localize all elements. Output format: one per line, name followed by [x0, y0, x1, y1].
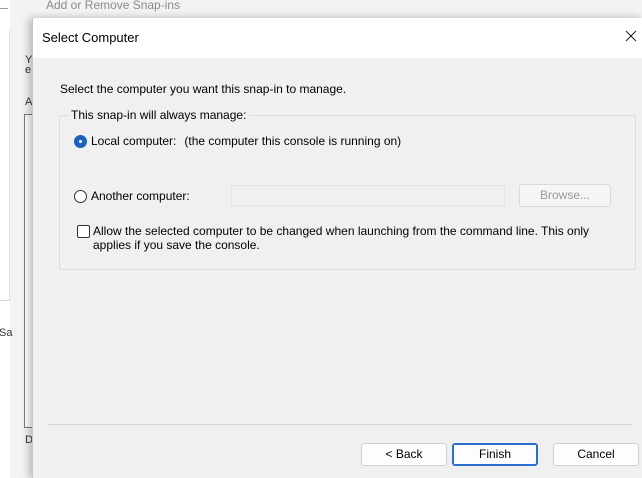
background-divider-horizontal [0, 300, 10, 301]
local-computer-option[interactable]: Local computer: (the computer this conso… [74, 134, 401, 148]
dialog-titlebar[interactable]: Select Computer [33, 18, 642, 58]
group-label: This snap-in will always manage: [68, 108, 250, 122]
background-dash [0, 8, 8, 9]
allow-change-checkbox[interactable] [77, 225, 90, 238]
dialog-title: Select Computer [42, 30, 139, 45]
browse-button[interactable]: Browse... [519, 184, 611, 207]
intro-text: Select the computer you want this snap-i… [60, 82, 347, 96]
another-computer-input[interactable] [231, 185, 505, 206]
background-text-fragment: Sa [0, 327, 13, 339]
finish-button[interactable]: Finish [452, 443, 538, 466]
local-computer-detail[interactable]: (the computer this console is running on… [184, 134, 401, 148]
background-window-title: Add or Remove Snap-ins [46, 0, 181, 12]
select-computer-dialog: Select Computer Select the computer you … [32, 18, 642, 478]
local-computer-label[interactable]: Local computer: [91, 134, 176, 148]
local-computer-radio[interactable] [74, 134, 87, 148]
close-button[interactable] [603, 18, 642, 54]
background-text-fragment: e [25, 64, 32, 76]
manage-group: This snap-in will always manage: Local c… [59, 108, 636, 270]
close-icon [625, 30, 637, 42]
another-computer-radio[interactable] [74, 189, 87, 203]
another-computer-option[interactable]: Another computer: [74, 189, 190, 203]
allow-change-option[interactable]: Allow the selected computer to be change… [77, 224, 603, 252]
button-separator [47, 424, 632, 425]
another-computer-label[interactable]: Another computer: [91, 189, 190, 203]
back-button[interactable]: < Back [361, 443, 447, 466]
cancel-button[interactable]: Cancel [553, 443, 639, 466]
allow-change-label[interactable]: Allow the selected computer to be change… [93, 224, 603, 252]
background-divider [9, 30, 10, 300]
screen: Add or Remove Snap-ins Y e A Sa D Select… [0, 0, 642, 478]
